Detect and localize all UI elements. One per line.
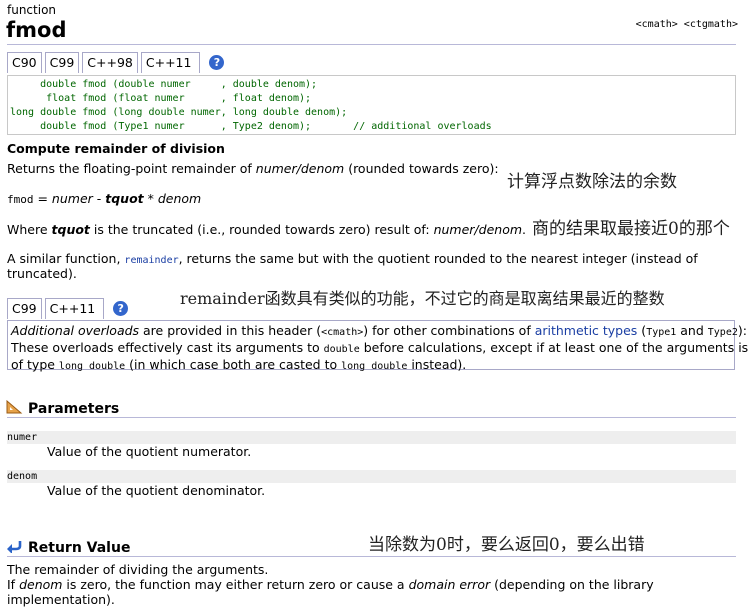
parameters-heading: Parameters bbox=[6, 399, 119, 417]
annotation: remainder函数具有类似的功能，不过它的商是取离结果最近的整数 bbox=[180, 289, 665, 308]
tab-cpp11[interactable]: C++11 bbox=[140, 52, 201, 73]
where-sentence: Where tquot is the truncated (i.e., roun… bbox=[7, 222, 526, 237]
tab-c90[interactable]: C90 bbox=[7, 52, 42, 73]
summary-title: Compute remainder of division bbox=[7, 141, 225, 156]
code-line: long double fmod (long double numer, lon… bbox=[10, 107, 348, 118]
remainder-link[interactable]: remainder bbox=[124, 255, 178, 266]
page-title: fmod bbox=[6, 18, 67, 42]
tab-cpp11[interactable]: C++11 bbox=[44, 298, 105, 319]
parameters-divider bbox=[7, 417, 736, 418]
return-value-divider bbox=[7, 556, 736, 557]
title-divider bbox=[7, 44, 736, 45]
returns-sentence: Returns the floating-point remainder of … bbox=[7, 161, 499, 176]
code-line: double fmod (Type1 numer , Type2 denom);… bbox=[10, 121, 492, 132]
annotation: 计算浮点数除法的余数 bbox=[507, 172, 677, 192]
formula: fmod = numer - tquot * denom bbox=[7, 191, 202, 206]
similar-sentence-cont: truncated). bbox=[7, 266, 77, 281]
return-value-heading: Return Value bbox=[6, 539, 130, 556]
param-desc: Value of the quotient denominator. bbox=[47, 483, 266, 498]
overloads-line: of type long double (in which case both … bbox=[11, 357, 467, 372]
code-line: float fmod (float numer , float denom); bbox=[10, 93, 312, 104]
return-desc: The remainder of dividing the arguments. bbox=[7, 562, 269, 577]
tab-c99[interactable]: C99 bbox=[7, 298, 42, 319]
help-icon[interactable]: ? bbox=[209, 55, 225, 70]
entity-kind: function bbox=[7, 3, 57, 17]
code-line: double fmod (double numer , double denom… bbox=[10, 79, 318, 90]
help-icon[interactable]: ? bbox=[113, 301, 129, 316]
return-arrow-icon bbox=[7, 541, 22, 554]
header-files[interactable]: <cmath> <ctgmath> bbox=[636, 19, 738, 30]
annotation: 当除数为0时，要么返回0，要么出错 bbox=[368, 535, 645, 555]
tab-cpp98[interactable]: C++98 bbox=[82, 52, 138, 73]
param-name: numer bbox=[7, 432, 38, 443]
param-name: denom bbox=[7, 471, 38, 482]
overloads-line: Additional overloads are provided in thi… bbox=[11, 323, 747, 338]
ruler-icon bbox=[6, 399, 23, 414]
param-row bbox=[7, 431, 736, 444]
param-desc: Value of the quotient numerator. bbox=[47, 444, 252, 459]
similar-sentence: A similar function, remainder, returns t… bbox=[7, 251, 698, 266]
return-desc: If denom is zero, the function may eithe… bbox=[7, 577, 654, 592]
param-row bbox=[7, 470, 736, 483]
overloads-line: These overloads effectively cast its arg… bbox=[11, 340, 749, 355]
arithmetic-types-link[interactable]: arithmetic types bbox=[535, 323, 638, 338]
tab-c99[interactable]: C99 bbox=[44, 52, 80, 73]
annotation: 商的结果取最接近0的那个 bbox=[532, 219, 730, 239]
return-desc: implementation). bbox=[7, 592, 115, 607]
additional-overloads-box: Additional overloads are provided in thi… bbox=[7, 320, 749, 372]
standard-tabs: C90 C99 C++98 C++11 ? bbox=[7, 52, 225, 73]
overload-tabs: C99 C++11 ? bbox=[7, 298, 129, 319]
